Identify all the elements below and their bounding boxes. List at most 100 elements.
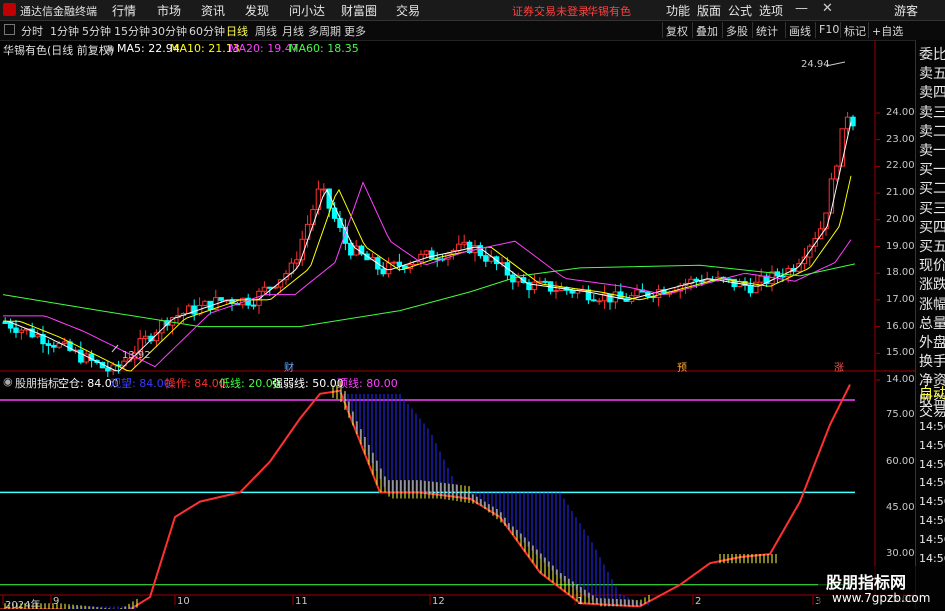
price-tick-label: 23.00 [886, 133, 915, 145]
candle-body [78, 349, 84, 363]
candle-body [202, 300, 208, 306]
side-panel-top: l000 [916, 40, 936, 42]
candle-body [396, 261, 403, 267]
quote-field-label: 外盘 [919, 335, 945, 351]
time-stamp: 14:56 [919, 551, 945, 565]
date-tick-label: 12 [432, 596, 445, 607]
quote-field-label[interactable]: 自动 [919, 383, 945, 403]
candle-body [267, 286, 273, 289]
price-tick-label: 17.00 [886, 293, 915, 305]
candle-body [191, 305, 197, 315]
candle-body [321, 188, 327, 191]
candle-body [423, 250, 430, 255]
candle-body [2, 321, 8, 324]
indicator-tick-label: 75.00 [886, 409, 915, 421]
ind-top-line-label: 顶线: 80.00 [337, 377, 398, 390]
watermark-url: www.7gpzb.com [832, 591, 931, 605]
candle-body [693, 278, 700, 282]
ind-low-line-label: 低线: 20.00 [219, 377, 280, 390]
quote-field-label: 卖五 [919, 66, 945, 83]
candle-body [218, 297, 224, 301]
date-tick-label: 11 [295, 596, 308, 607]
candle-body [310, 208, 316, 225]
price-tick-label: 21.00 [886, 187, 915, 199]
candle-body [461, 241, 467, 245]
quote-field-label: 买三 [919, 200, 945, 217]
candle-body [45, 343, 52, 346]
ma10-line [3, 175, 852, 372]
time-stamp: 14:56 [919, 514, 945, 527]
candle-body [13, 327, 19, 333]
quote-field-label: 卖二 [919, 123, 945, 140]
date-tick-label: 1 [577, 596, 584, 607]
price-tick-label: 16.00 [886, 320, 915, 332]
quote-field-label: 涨跌 [919, 277, 945, 294]
quote-field-label: 换手 [919, 354, 945, 371]
candle-body [348, 242, 354, 256]
finance-marker[interactable]: 财 [284, 359, 294, 374]
candle-body [294, 259, 300, 264]
quote-field-label: 委比 [919, 47, 945, 63]
candle-body [844, 116, 851, 130]
price-tick-label: 19.00 [886, 240, 915, 252]
candle-body [18, 329, 25, 333]
indicator-tick-label: 30.00 [886, 548, 915, 559]
candle-body [483, 255, 489, 262]
candle-body [569, 289, 575, 294]
quote-field-label: 买二 [919, 181, 945, 198]
forecast-marker[interactable]: 预 [677, 359, 687, 374]
high-price-label: 24.94 [801, 59, 830, 70]
price-tick-label: 20.00 [886, 213, 915, 225]
candle-body [596, 300, 602, 303]
time-stamp: 14:56 [919, 532, 945, 546]
rise-marker[interactable]: 涨 [834, 359, 844, 374]
indicator-settings-icon[interactable]: ◉ [3, 375, 13, 388]
candle-body [337, 217, 343, 228]
price-tick-label: 15.00 [886, 347, 915, 359]
ma60-line [2, 263, 856, 328]
quote-field-label: 现价 [919, 258, 945, 275]
candle-body [380, 268, 386, 275]
candle-body [51, 344, 57, 348]
ind-guanwang-label: 观望: 84.00 [110, 377, 171, 390]
time-stamp: 14:56 [919, 420, 945, 433]
quote-side-panel: l000 委比卖五卖四卖三卖二卖一买一买二买三买四买五现价涨跌涨幅总量外盘换手净… [915, 40, 945, 609]
candle-body [385, 262, 392, 275]
price-tick-label: 18.00 [886, 267, 915, 279]
quote-field-label[interactable]: 交易 [919, 401, 945, 421]
indicator-tick-label: 60.00 [886, 455, 915, 467]
chart-canvas[interactable] [0, 0, 915, 609]
candle-body [105, 367, 111, 372]
date-tick-label: 10 [177, 596, 190, 607]
time-stamp: 14:56 [919, 476, 945, 490]
quote-field-label: 卖三 [919, 104, 945, 121]
candle-body [542, 280, 548, 283]
candle-body [607, 293, 613, 303]
date-tick-label: 2 [695, 596, 702, 607]
quote-field-label: 卖四 [919, 85, 945, 102]
candle-body [34, 334, 41, 338]
quote-field-label: 卖一 [919, 143, 945, 159]
price-tick-label: 22.00 [886, 160, 915, 172]
indicator-tick-label: 45.00 [886, 501, 915, 513]
candle-body [61, 341, 68, 344]
candle-body [591, 299, 597, 302]
quote-field-label: 涨幅 [919, 296, 945, 313]
ind-strength-label: 强弱线: 50.00 [272, 377, 344, 390]
candle-body [429, 250, 435, 260]
candle-body [634, 289, 640, 297]
quote-field-label: 买一 [919, 162, 945, 179]
ma5-line [3, 121, 852, 372]
time-stamp: 14:56 [919, 438, 945, 452]
candle-body [747, 284, 754, 294]
indicator-title: 股朋指标 [15, 377, 59, 390]
candle-body [261, 286, 268, 292]
date-tick-label: 9 [53, 596, 60, 607]
candle-body [850, 116, 856, 127]
low-price-label: 13.92 [122, 350, 151, 361]
ma20-line [3, 181, 852, 368]
candle-body [456, 243, 462, 252]
ind-caozuo-label: 操作: 84.00 [165, 377, 226, 390]
candle-body [250, 304, 257, 307]
quote-field-label: 买五 [919, 239, 945, 255]
